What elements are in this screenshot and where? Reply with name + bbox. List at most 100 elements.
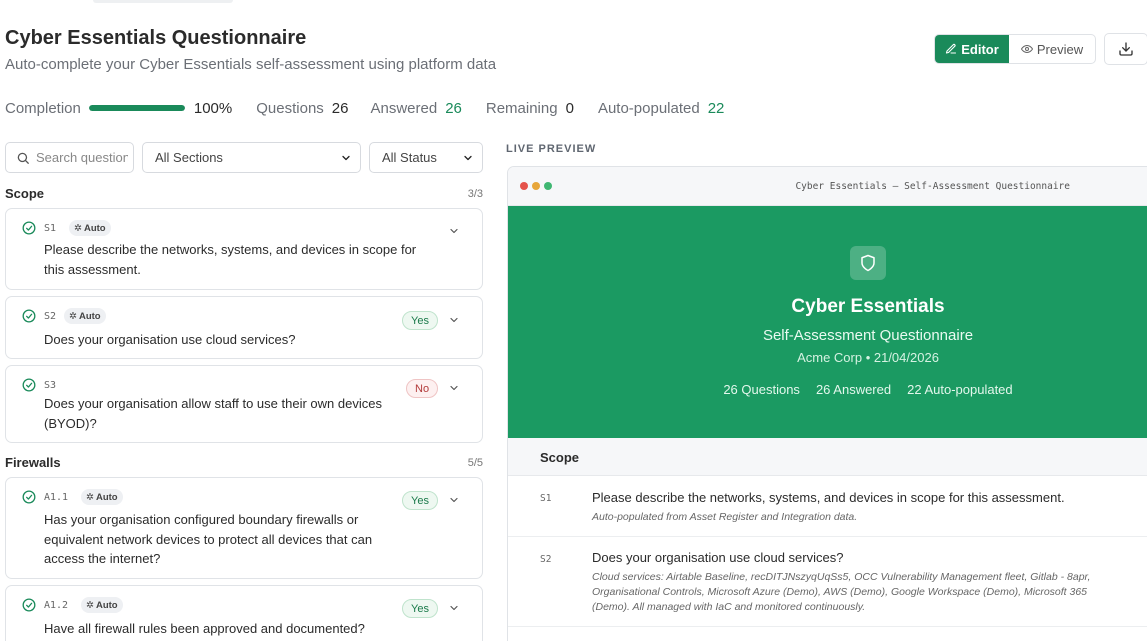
answer-badge: Yes bbox=[402, 311, 438, 330]
section-header-scope: Scope 3/3 bbox=[5, 186, 483, 201]
completion-label: Completion bbox=[5, 99, 81, 117]
page-title: Cyber Essentials Questionnaire bbox=[5, 27, 307, 49]
question-card-s2[interactable]: S2 ✲ Auto Does your organisation use clou… bbox=[5, 296, 483, 359]
section-count: 3/3 bbox=[467, 187, 483, 200]
remaining-label: Remaining bbox=[485, 99, 558, 117]
top-tab-indicator bbox=[93, 0, 233, 3]
question-text: Does your organisation allow staff to us… bbox=[44, 396, 382, 431]
completion-progress-fill bbox=[88, 105, 185, 111]
answered-label: Answered bbox=[370, 99, 438, 117]
search-icon bbox=[17, 152, 29, 164]
live-preview-frame: Cyber Essentials — Self-Assessment Quest… bbox=[507, 166, 1147, 641]
preview-section-header: Scope bbox=[508, 438, 1147, 476]
preview-row-question: Please describe the networks, systems, a… bbox=[592, 490, 1065, 505]
auto-badge: ✲ Auto bbox=[69, 220, 111, 236]
auto-badge: ✲ Auto bbox=[81, 597, 123, 613]
eye-icon bbox=[1020, 45, 1033, 53]
sparkle-icon: ✲ bbox=[74, 222, 82, 234]
preview-answered-count: 26 Answered bbox=[815, 382, 892, 397]
check-circle-icon bbox=[22, 598, 36, 612]
auto-badge-label: Auto bbox=[83, 222, 106, 234]
question-text: Have all firewall rules been approved an… bbox=[44, 621, 365, 636]
chevron-down-icon bbox=[342, 155, 350, 160]
preview-hero-title: Cyber Essentials bbox=[791, 296, 945, 317]
question-card-s3[interactable]: S3 Does your organisation allow staff to… bbox=[5, 365, 483, 443]
answer-badge: Yes bbox=[402, 491, 438, 510]
preview-autopop-count: 22 Auto-populated bbox=[907, 382, 1013, 397]
preview-titlebar: Cyber Essentials — Self-Assessment Quest… bbox=[508, 167, 1147, 206]
chevron-down-icon[interactable] bbox=[448, 602, 460, 614]
preview-row-question: Does your organisation use cloud service… bbox=[592, 550, 844, 565]
preview-hero-stats: 26 Questions 26 Answered 22 Auto-populat… bbox=[508, 382, 1147, 397]
preview-window-title: Cyber Essentials — Self-Assessment Quest… bbox=[795, 181, 1070, 192]
preview-hero-subtitle: Self-Assessment Questionnaire bbox=[762, 327, 974, 344]
section-title: Firewalls bbox=[5, 455, 61, 470]
question-id: S2 bbox=[44, 311, 57, 322]
check-circle-icon bbox=[22, 221, 36, 235]
preview-row-answer: Cloud services: Airtable Baseline, recDI… bbox=[592, 571, 1091, 613]
question-card-s1[interactable]: S1 ✲ Auto Please describe the networks, s… bbox=[5, 208, 483, 290]
autopop-label: Auto-populated bbox=[597, 99, 700, 117]
answered-value: 26 bbox=[445, 99, 462, 117]
preview-button[interactable]: Preview bbox=[1009, 35, 1095, 63]
shield-icon bbox=[861, 254, 875, 272]
auto-badge-label: Auto bbox=[78, 310, 101, 322]
preview-row-s2: S2 Does your organisation use cloud serv… bbox=[508, 537, 1147, 627]
remaining-value: 0 bbox=[565, 99, 574, 117]
view-toggle: Editor Preview bbox=[934, 34, 1096, 64]
question-card-a1-1[interactable]: A1.1 ✲ Auto Has your organisation configu… bbox=[5, 477, 483, 579]
preview-hero-meta: Acme Corp • 21/04/2026 bbox=[797, 350, 939, 365]
check-circle-icon bbox=[22, 309, 36, 323]
auto-badge-label: Auto bbox=[95, 491, 118, 503]
answer-badge: Yes bbox=[402, 599, 438, 618]
search-input[interactable] bbox=[36, 150, 128, 165]
preview-row-answer: Auto-populated from Asset Register and I… bbox=[592, 511, 858, 523]
completion-progress bbox=[88, 105, 185, 111]
chevron-down-icon bbox=[464, 155, 472, 160]
preview-row-id: S1 bbox=[540, 493, 552, 504]
question-id: S3 bbox=[44, 380, 57, 391]
section-header-firewalls: Firewalls 5/5 bbox=[5, 455, 483, 470]
auto-badge-label: Auto bbox=[95, 599, 118, 611]
check-circle-icon bbox=[22, 378, 36, 392]
page-subtitle: Auto-complete your Cyber Essentials self… bbox=[5, 56, 497, 73]
download-icon bbox=[1119, 42, 1133, 56]
pencil-icon bbox=[946, 43, 957, 54]
autopop-value: 22 bbox=[707, 99, 725, 117]
preview-questions-count: 26 Questions bbox=[723, 382, 800, 397]
sparkle-icon: ✲ bbox=[69, 310, 77, 322]
section-filter-select[interactable]: All Sections bbox=[142, 142, 361, 173]
download-button[interactable] bbox=[1104, 33, 1147, 65]
preview-label: Preview bbox=[1036, 41, 1084, 57]
question-text: Please describe the networks, systems, a… bbox=[44, 242, 417, 277]
section-count: 5/5 bbox=[467, 456, 483, 469]
shield-icon-container bbox=[850, 246, 886, 280]
question-card-a1-2[interactable]: A1.2 ✲ Auto Have all firewall rules been … bbox=[5, 585, 483, 641]
status-filter-value: All Status bbox=[382, 150, 437, 165]
auto-badge: ✲ Auto bbox=[64, 308, 106, 324]
section-title: Scope bbox=[5, 186, 45, 201]
question-id: S1 bbox=[44, 223, 57, 234]
auto-badge: ✲ Auto bbox=[81, 489, 123, 505]
chevron-down-icon[interactable] bbox=[448, 494, 460, 506]
chevron-down-icon[interactable] bbox=[448, 225, 460, 237]
question-id: A1.1 bbox=[44, 492, 69, 503]
chevron-down-icon[interactable] bbox=[448, 314, 460, 326]
questions-value: 26 bbox=[331, 99, 349, 117]
completion-value: 100% bbox=[193, 99, 233, 117]
editor-button[interactable]: Editor bbox=[935, 35, 1009, 63]
preview-section-title: Scope bbox=[540, 450, 580, 465]
status-filter-select[interactable]: All Status bbox=[369, 142, 483, 173]
question-text: Does your organisation use cloud service… bbox=[44, 332, 296, 347]
sparkle-icon: ✲ bbox=[86, 491, 94, 503]
question-id: A1.2 bbox=[44, 600, 69, 611]
question-text: Has your organisation configured boundar… bbox=[44, 512, 373, 566]
search-box bbox=[5, 142, 134, 173]
live-preview-label: LIVE PREVIEW bbox=[506, 143, 597, 155]
editor-label: Editor bbox=[961, 41, 999, 57]
questions-label: Questions bbox=[256, 99, 324, 117]
stats-bar: Completion 100% Questions 26 Answered 26… bbox=[5, 98, 724, 118]
section-filter-value: All Sections bbox=[155, 150, 223, 165]
preview-row-s1: S1 Please describe the networks, systems… bbox=[508, 476, 1147, 537]
chevron-down-icon[interactable] bbox=[448, 382, 460, 394]
